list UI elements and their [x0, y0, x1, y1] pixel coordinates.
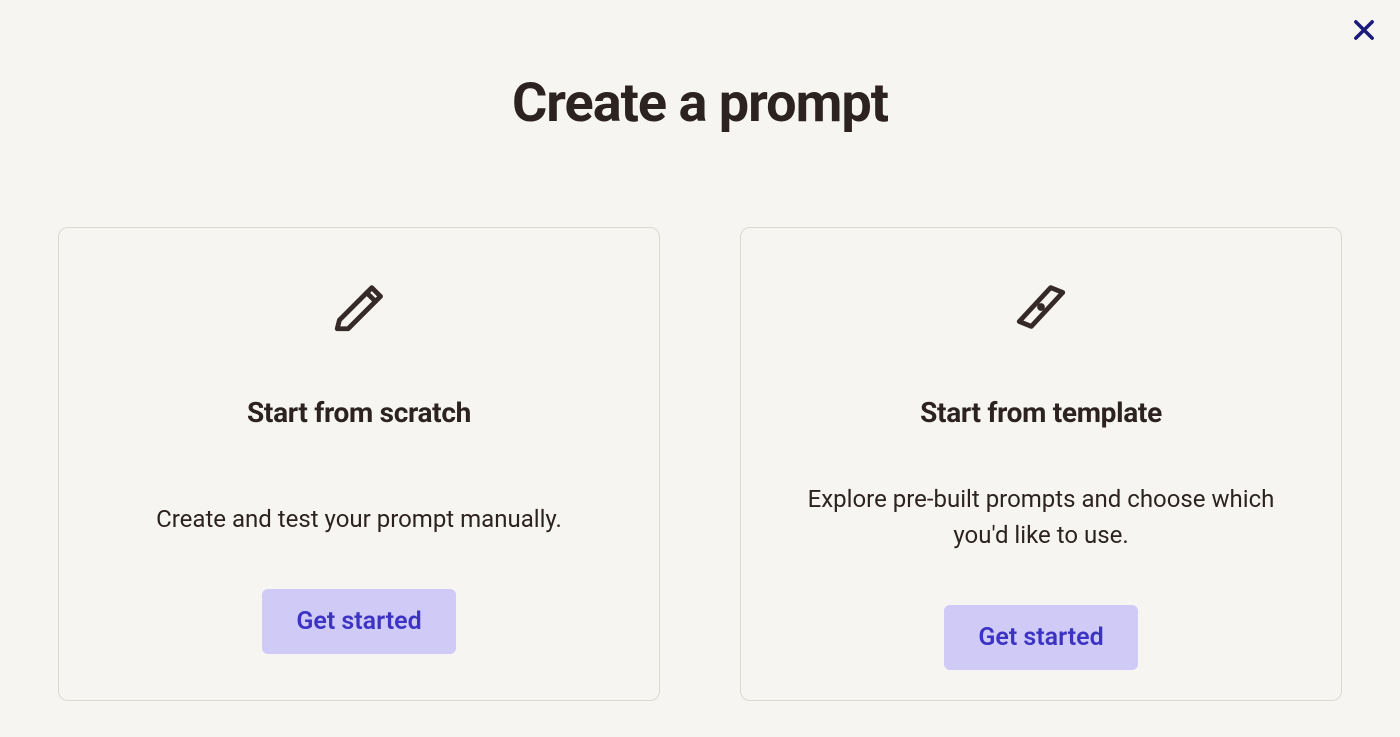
- card-description: Create and test your prompt manually.: [156, 501, 562, 537]
- cards-row: Start from scratch Create and test your …: [58, 227, 1342, 701]
- modal-container: Create a prompt Start from scratch Creat…: [0, 0, 1400, 701]
- page-title: Create a prompt: [512, 72, 888, 135]
- compass-icon: [1012, 278, 1070, 336]
- card-title: Start from scratch: [247, 396, 471, 429]
- close-button[interactable]: [1346, 14, 1382, 50]
- get-started-template-button[interactable]: Get started: [944, 605, 1137, 670]
- close-icon: [1350, 16, 1378, 48]
- card-start-from-template: Start from template Explore pre-built pr…: [740, 227, 1342, 701]
- card-description: Explore pre-built prompts and choose whi…: [781, 481, 1301, 553]
- card-start-from-scratch: Start from scratch Create and test your …: [58, 227, 660, 701]
- get-started-scratch-button[interactable]: Get started: [262, 589, 455, 654]
- card-title: Start from template: [920, 396, 1162, 429]
- pencil-icon: [330, 278, 388, 336]
